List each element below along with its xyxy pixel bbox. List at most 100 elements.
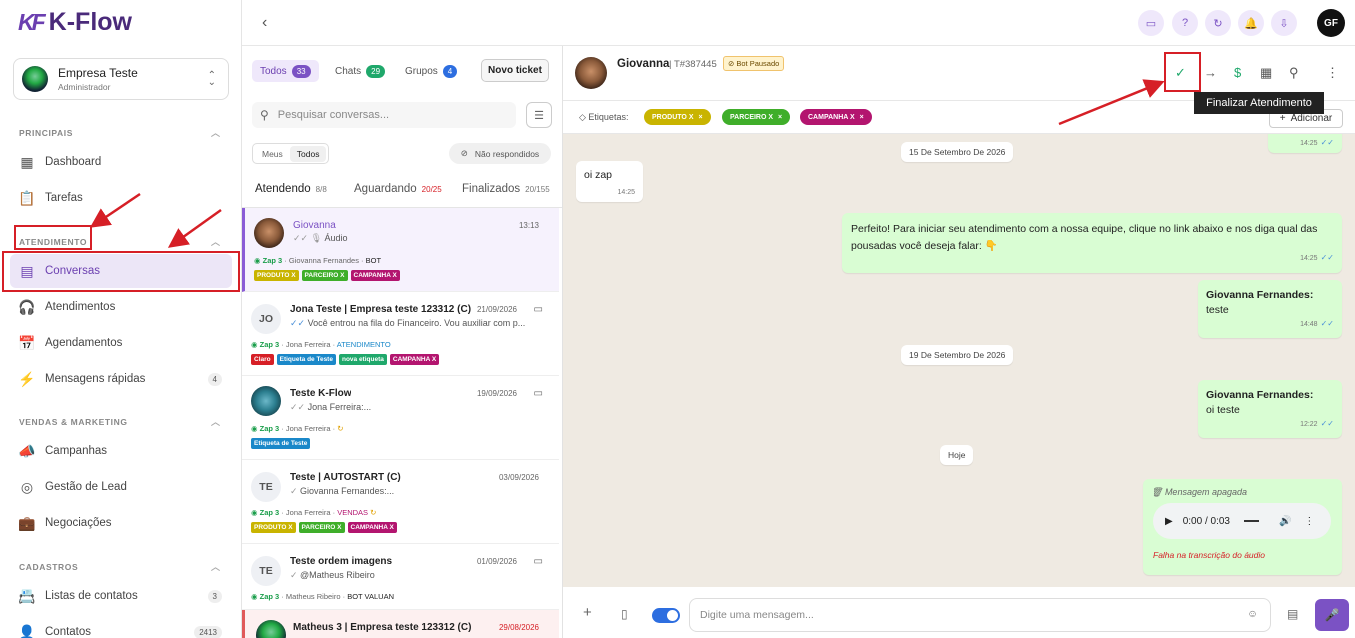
more-vertical-icon[interactable]: ⋮ <box>1326 65 1339 81</box>
no-chat-icon: ⊘ <box>460 148 468 158</box>
company-switcher[interactable]: Empresa Teste Administrador ⌃ ⌄ <box>13 58 229 100</box>
filter-tab-todos[interactable]: Todos 33 <box>252 60 319 82</box>
sidebar-item-label: Listas de contatos <box>45 590 138 602</box>
label-chip[interactable]: CAMPANHA X × <box>800 109 872 125</box>
message-bubble[interactable]: Perfeito! Para iniciar seu atendimento c… <box>842 213 1342 273</box>
volume-icon[interactable]: 🔊 <box>1279 516 1291 527</box>
count-badge: 4 <box>207 372 222 386</box>
avatar <box>256 620 286 638</box>
sidebar-item-contatos[interactable]: 👤 Contatos 2413 <box>10 615 232 638</box>
arrow-right-icon[interactable]: → <box>1204 65 1217 80</box>
tab-finalizados[interactable]: Finalizados 20/155 <box>462 183 550 195</box>
cloud-download-icon[interactable]: ⇩ <box>1271 10 1297 36</box>
message-icon[interactable]: ▭ <box>534 304 543 315</box>
microphone-icon: 🎤 <box>1324 608 1340 622</box>
bot-status-badge[interactable]: ⊘ Bot Pausado <box>723 56 785 71</box>
sidebar-item-tarefas[interactable]: 📋 Tarefas <box>10 181 232 215</box>
label-chip[interactable]: PARCEIRO X × <box>722 109 791 125</box>
chevron-up-icon: ︿ <box>211 417 221 427</box>
search-icon[interactable]: ⚲ <box>1289 65 1299 81</box>
more-vertical-icon[interactable]: ⋮ <box>1304 516 1314 527</box>
avatar[interactable] <box>575 57 607 89</box>
document-icon[interactable]: ▯ <box>621 607 628 621</box>
tab-atendendo[interactable]: Atendendo 8/8 <box>255 183 327 195</box>
seg-todos[interactable]: Todos <box>289 145 327 162</box>
list-item[interactable]: Teste K-Flow 19/09/2026 ▭ ✓✓ Jona Ferrei… <box>242 376 559 460</box>
chat-messages[interactable]: 14:25 ✓✓ 15 De Setembro De 2026 oi zap 14:… <box>563 134 1355 587</box>
message-input[interactable]: Digite uma mensagem... ☺ <box>689 598 1271 632</box>
dollar-icon[interactable]: $ <box>1234 65 1241 80</box>
section-vendas-marketing[interactable]: VENDAS & MARKETING ︿ <box>19 417 220 427</box>
sidebar-item-mensagens-rapidas[interactable]: ⚡ Mensagens rápidas 4 <box>10 362 232 396</box>
whatsapp-icon: ◉ <box>251 592 260 601</box>
plus-icon[interactable]: + <box>583 604 592 621</box>
sidebar-item-dashboard[interactable]: ▦ Dashboard <box>10 145 232 179</box>
message-placeholder: Digite uma mensagem... <box>700 609 814 621</box>
logo[interactable]: KF K-Flow <box>18 8 132 37</box>
sidebar-item-atendimentos[interactable]: 🎧 Atendimentos <box>10 290 232 324</box>
conversation-date: 29/08/2026 <box>498 623 539 632</box>
time-text: 14:25 <box>1300 140 1318 147</box>
check-icon: ✓ <box>290 486 301 496</box>
bell-icon[interactable]: 🔔 <box>1238 10 1264 36</box>
tag: PARCEIRO X <box>298 522 345 533</box>
message-icon[interactable]: ▭ <box>534 556 543 567</box>
section-label: PRINCIPAIS <box>19 128 74 138</box>
tab-aguardando[interactable]: Aguardando 20/25 <box>354 183 442 195</box>
refresh-icon[interactable]: ↻ <box>1205 10 1231 36</box>
tag-list: Claro Etiqueta de Teste nova etiqueta CA… <box>251 354 440 365</box>
audio-player[interactable]: ▶ 0:00 / 0:03 🔊 ⋮ <box>1153 503 1331 539</box>
list-item[interactable]: Matheus 3 | Empresa teste 123312 (C) 29/… <box>242 610 559 638</box>
message-bubble[interactable]: Giovanna Fernandes: oi teste 12:22 ✓✓ <box>1198 380 1342 438</box>
company-role: Administrador <box>58 82 111 92</box>
conversation-preview: ✓✓ Você entrou na fila do Financeiro. Vo… <box>290 318 525 329</box>
sidebar-item-agendamentos[interactable]: 📅 Agendamentos <box>10 326 232 360</box>
label-chip[interactable]: PRODUTO X × <box>644 109 711 125</box>
message-bubble[interactable]: oi zap 14:25 <box>576 161 643 202</box>
audio-message-bubble[interactable]: 🗑 Mensagem apagada ▶ 0:00 / 0:03 🔊 ⋮ Fal… <box>1143 479 1342 575</box>
play-icon[interactable]: ▶ <box>1165 516 1173 527</box>
contact-icon: 👤 <box>18 623 36 638</box>
filter-settings-icon[interactable]: ☰ <box>526 102 552 128</box>
contact-name[interactable]: Giovanna <box>617 58 669 70</box>
microphone-button[interactable]: 🎤 <box>1315 599 1349 631</box>
list-item[interactable]: TE Teste | AUTOSTART (C) 03/09/2026 ✓ Gi… <box>242 460 559 544</box>
sidebar-item-negociacoes[interactable]: 💼 Negociações <box>10 506 232 540</box>
chevron-left-icon[interactable]: ‹ <box>262 14 267 32</box>
new-ticket-button[interactable]: Novo ticket <box>481 59 549 82</box>
seg-meus[interactable]: Meus <box>255 146 290 162</box>
sidebar-item-listas-de-contatos[interactable]: 📇 Listas de contatos 3 <box>10 579 232 613</box>
help-icon[interactable]: ? <box>1172 10 1198 36</box>
section-principais[interactable]: PRINCIPAIS ︿ <box>19 128 220 138</box>
filter-tab-chats[interactable]: Chats 29 <box>327 60 393 82</box>
chat-bubbles-icon[interactable]: ▭ <box>1138 10 1164 36</box>
section-cadastros[interactable]: CADASTROS ︿ <box>19 562 220 572</box>
close-icon[interactable]: × <box>778 114 782 121</box>
audio-progress-bar[interactable] <box>1243 520 1259 522</box>
close-icon[interactable]: × <box>860 114 864 121</box>
emoji-icon[interactable]: ☺ <box>1247 608 1258 620</box>
list-item[interactable]: TE Teste ordem imagens 01/09/2026 ▭ ✓ @M… <box>242 544 559 610</box>
conversation-date: 03/09/2026 <box>498 473 539 482</box>
sidebar-item-gestao-de-lead[interactable]: ◎ Gestão de Lead <box>10 470 232 504</box>
message-bubble[interactable]: Giovanna Fernandes: teste 14:48 ✓✓ <box>1198 280 1342 338</box>
sidebar-item-campanhas[interactable]: 📣 Campanhas <box>10 434 232 468</box>
list-item[interactable]: JO Jona Teste | Empresa teste 123312 (C)… <box>242 292 559 376</box>
calendar-icon[interactable]: ▦ <box>1260 65 1272 81</box>
avatar[interactable]: GF <box>1317 9 1345 37</box>
deleted-note: 🗑 Mensagem apagada <box>1151 487 1334 498</box>
signature-toggle[interactable] <box>652 608 680 623</box>
close-icon[interactable]: × <box>699 114 703 121</box>
search-input[interactable]: ⚲ Pesquisar conversas... <box>252 102 516 128</box>
filter-tab-grupos[interactable]: Grupos 4 <box>397 60 465 82</box>
note-icon[interactable]: ▤ <box>1287 607 1298 621</box>
status-tabs: Atendendo 8/8 Aguardando 20/25 Finalizados… <box>242 174 562 336</box>
list-item[interactable]: Giovanna 13:13 ✓✓ 🎙 Áudio ◉ Zap 3 · Giov… <box>242 208 559 292</box>
message-bubble[interactable]: 14:25 ✓✓ <box>1268 134 1342 153</box>
tag: nova etiqueta <box>338 354 387 365</box>
message-icon[interactable]: ▭ <box>534 388 543 399</box>
sidebar-item-label: Dashboard <box>45 156 102 168</box>
preview-text: Áudio <box>324 233 348 243</box>
not-answered-button[interactable]: ⊘ Não respondidos <box>449 143 551 164</box>
conversation-meta: ◉ Zap 3 · Jona Ferreira · ↻ <box>251 424 344 433</box>
